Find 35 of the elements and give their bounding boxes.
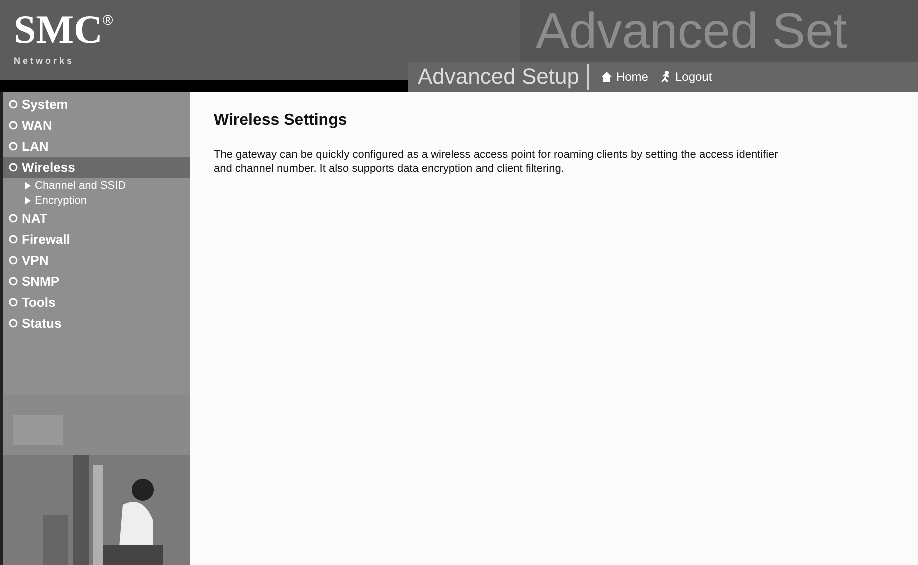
ring-bullet-icon: [9, 100, 18, 109]
sidebar-item[interactable]: NAT: [3, 208, 190, 229]
description-text: The gateway can be quickly configured as a wireless access point for roaming clients by setting the access identifier and channel number. It also supports data encryption and client filtering.: [214, 148, 780, 176]
ring-bullet-icon: [9, 256, 18, 265]
triangle-bullet-icon: [25, 182, 31, 190]
sidebar-item[interactable]: VPN: [3, 250, 190, 271]
logo-text: SMC: [14, 8, 103, 52]
sidebar-item[interactable]: System: [3, 94, 190, 115]
ring-bullet-icon: [9, 163, 18, 172]
banner-text: Advanced Set: [536, 2, 848, 61]
ring-bullet-icon: [9, 298, 18, 307]
registered-mark: ®: [102, 12, 114, 28]
logout-link[interactable]: Logout: [660, 70, 712, 84]
house-icon: [601, 71, 614, 83]
sidebar-item[interactable]: Firewall: [3, 229, 190, 250]
sidebar-item[interactable]: LAN: [3, 136, 190, 157]
sidebar-item[interactable]: WAN: [3, 115, 190, 136]
logo-subtitle: N e t w o r k s: [14, 56, 72, 66]
ring-bullet-icon: [9, 277, 18, 286]
page-title: Advanced Setup: [418, 64, 590, 90]
ring-bullet-icon: [9, 142, 18, 151]
sidebar-item[interactable]: SNMP: [3, 271, 190, 292]
ring-bullet-icon: [9, 121, 18, 130]
ring-bullet-icon: [9, 214, 18, 223]
section-title: Wireless Settings: [214, 112, 348, 130]
ring-bullet-icon: [9, 319, 18, 328]
home-link[interactable]: Home: [601, 70, 648, 84]
running-figure-icon: [660, 71, 672, 83]
sidebar-subitem[interactable]: Encryption: [3, 193, 190, 208]
sidebar-item[interactable]: Tools: [3, 292, 190, 313]
sidebar-item[interactable]: Status: [3, 313, 190, 334]
ring-bullet-icon: [9, 235, 18, 244]
sidebar-item[interactable]: Wireless: [3, 157, 190, 178]
triangle-bullet-icon: [25, 196, 31, 204]
sidebar-subitem[interactable]: Channel and SSID: [3, 178, 190, 193]
